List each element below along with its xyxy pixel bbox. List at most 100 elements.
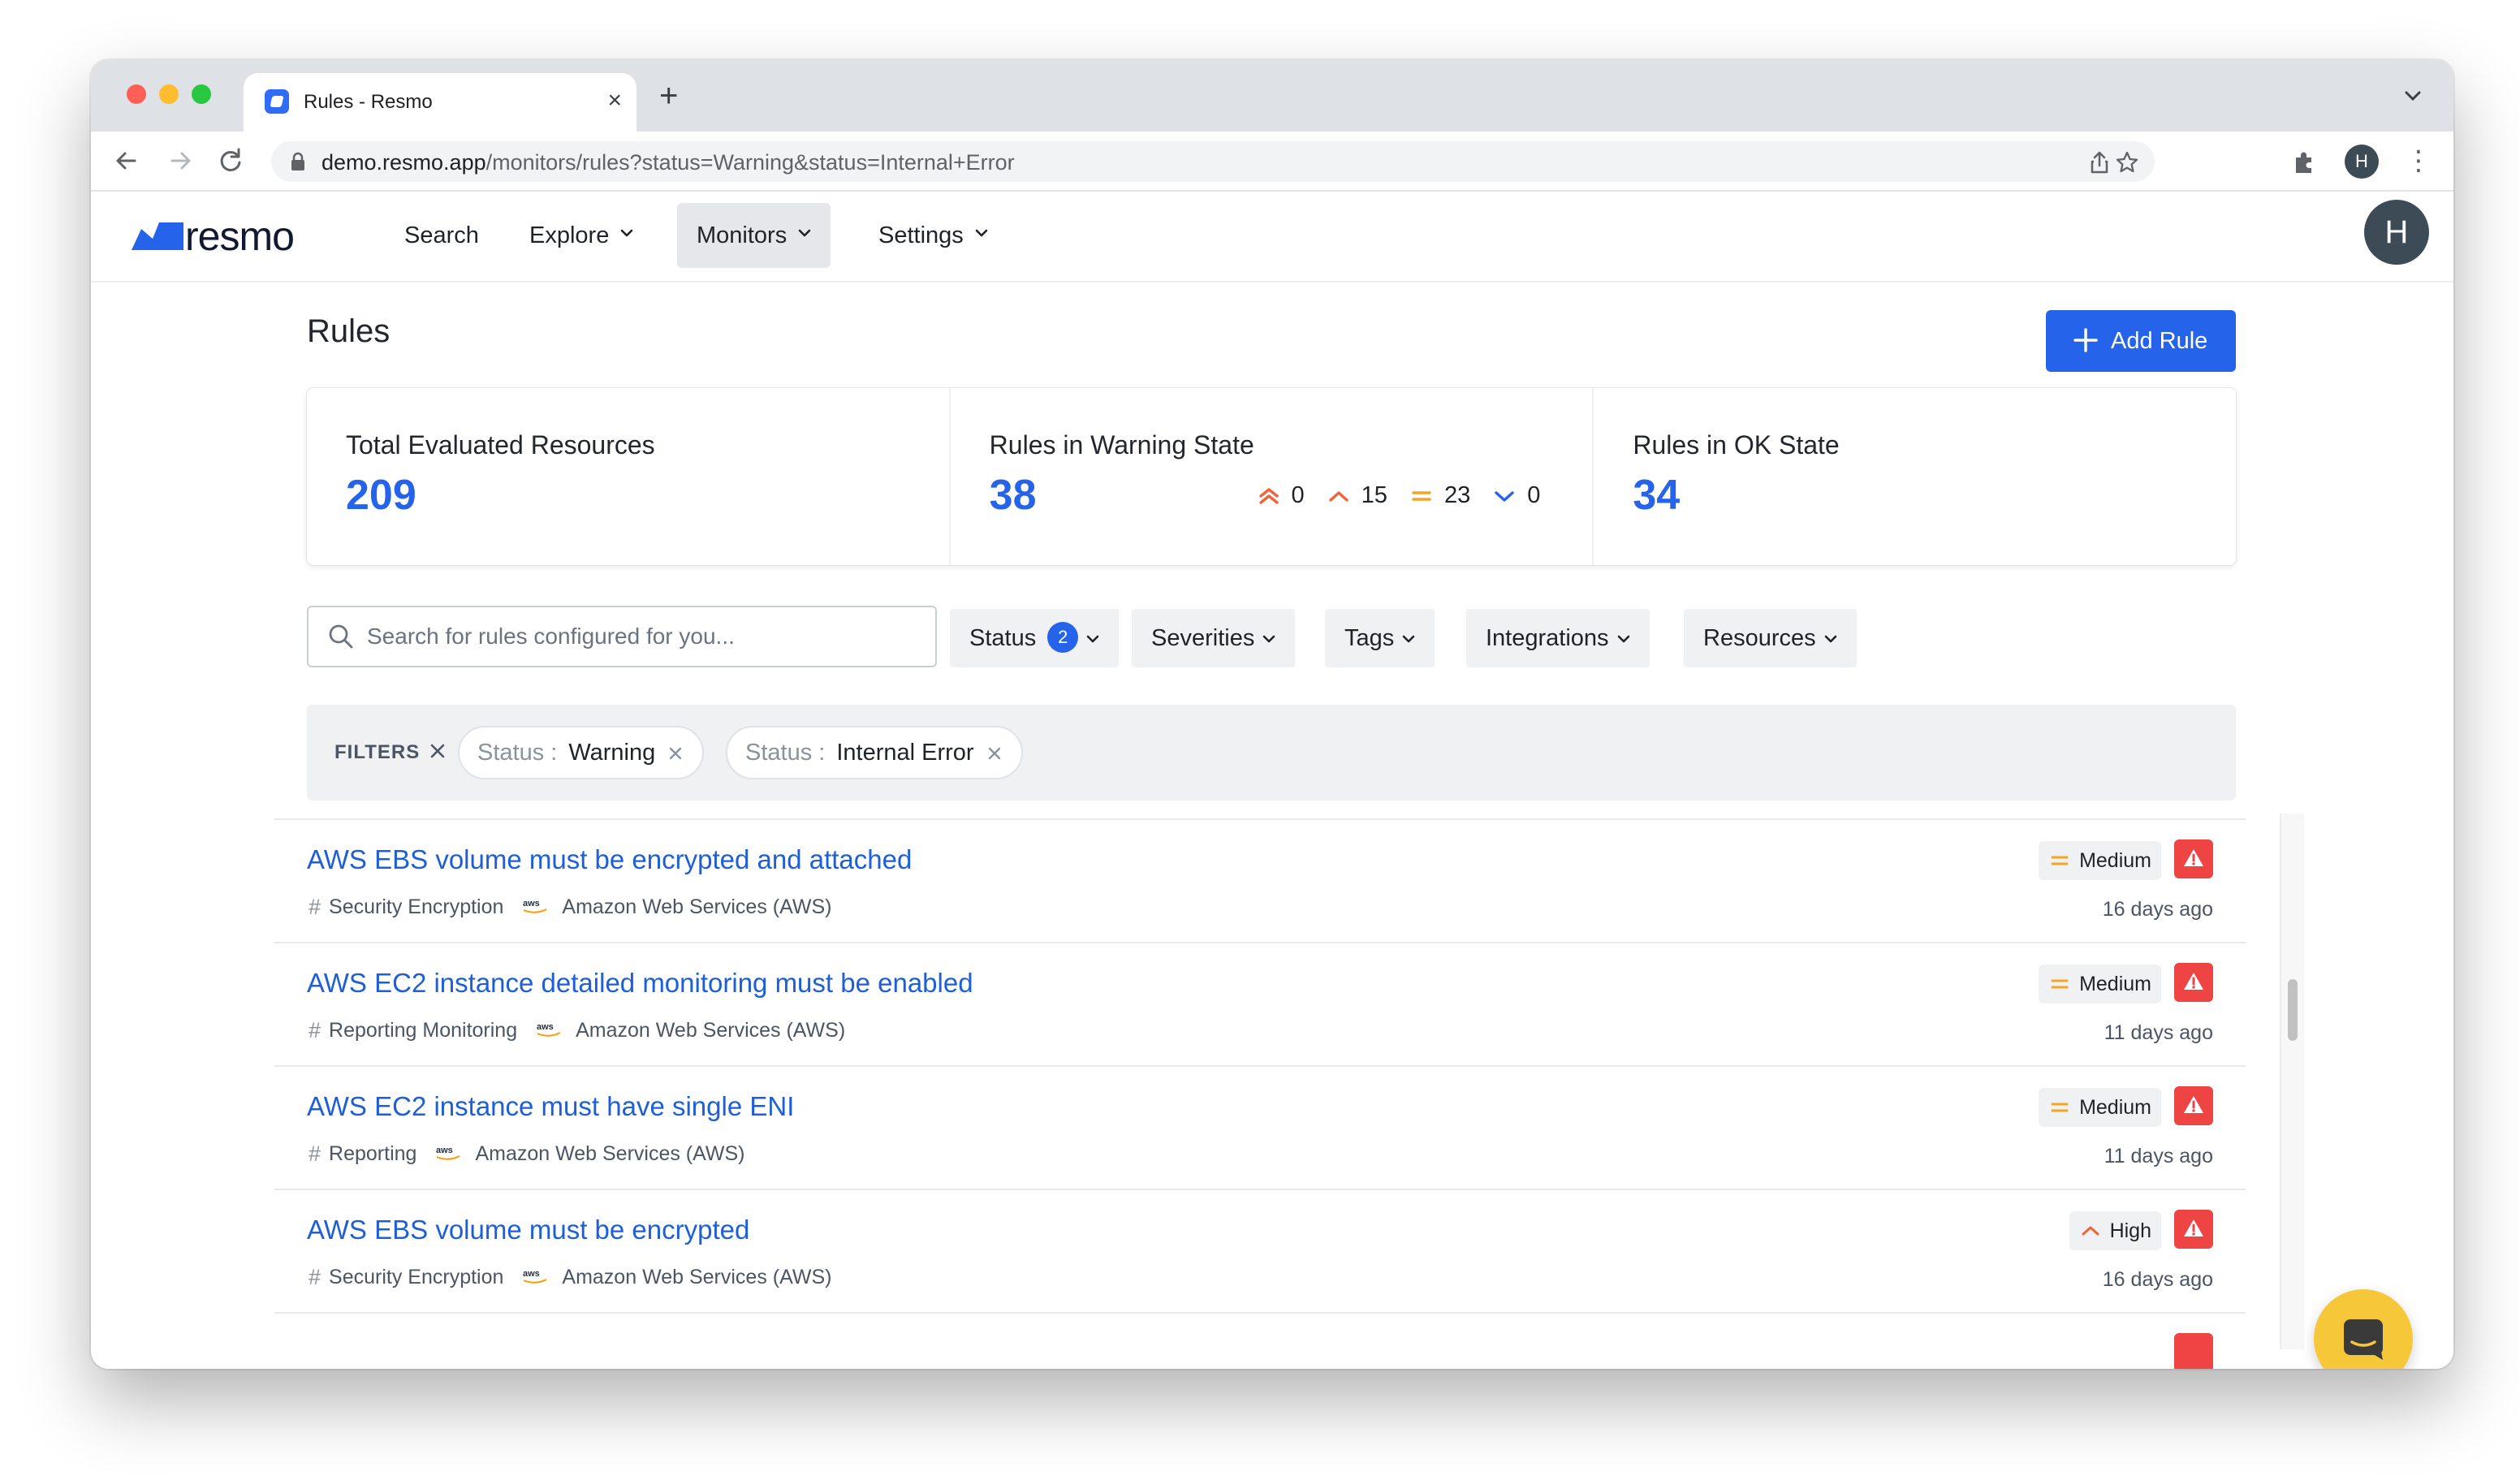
chip-value: Warning — [568, 740, 656, 766]
bookmark-star-icon[interactable] — [2114, 149, 2140, 175]
low-count: 0 — [1527, 482, 1541, 508]
rule-row[interactable]: AWS EC2 instance detailed monitoring mus… — [274, 942, 2246, 1065]
warning-status-badge — [2174, 1333, 2213, 1369]
rules-list-scrollbar[interactable] — [2280, 814, 2304, 1349]
rule-row[interactable]: AWS EBS volume must be encrypted and att… — [274, 818, 2246, 942]
severity-medium-count: 23 — [1409, 482, 1470, 509]
warning-status-badge — [2174, 839, 2213, 878]
nav-settings-label: Settings — [878, 222, 964, 248]
rule-title-link[interactable]: AWS EBS volume must be encrypted — [307, 1215, 749, 1245]
page-title: Rules — [307, 313, 391, 349]
rule-meta: # Security Encryption aws Amazon Web Servic… — [309, 1265, 831, 1290]
nav-monitors[interactable]: Monitors — [677, 203, 831, 268]
tags-filter-button[interactable]: Tags — [1325, 609, 1435, 667]
address-bar[interactable]: demo.resmo.app/monitors/rules?status=War… — [271, 141, 2155, 182]
rule-title-link[interactable]: AWS EC2 instance detailed monitoring mus… — [307, 968, 973, 999]
rule-title-link[interactable]: AWS EBS volume must be encrypted and att… — [307, 844, 912, 875]
new-tab-icon[interactable]: + — [659, 78, 678, 114]
chat-launcher-button[interactable] — [2314, 1289, 2413, 1369]
severities-filter-label: Severities — [1151, 625, 1255, 651]
stat-label: Rules in OK State — [1633, 430, 1840, 460]
resources-filter-button[interactable]: Resources — [1684, 609, 1857, 667]
url-text[interactable]: demo.resmo.app/monitors/rules?status=War… — [321, 150, 1015, 175]
rule-search[interactable] — [307, 606, 937, 667]
medium-severity-icon — [2051, 1103, 2069, 1112]
severity-badge: Medium — [2039, 1088, 2161, 1127]
resmo-favicon-icon — [265, 89, 289, 114]
hashtag-icon: # — [309, 1142, 321, 1166]
logo-text: resmo — [185, 214, 295, 259]
browser-tab[interactable]: Rules - Resmo × — [244, 73, 636, 132]
medium-severity-icon — [1412, 490, 1431, 501]
svg-text:aws: aws — [523, 1269, 540, 1279]
back-arrow-icon[interactable] — [109, 143, 145, 179]
nav-monitors-label: Monitors — [697, 222, 788, 248]
rule-integration: Amazon Web Services (AWS) — [576, 1019, 846, 1042]
share-icon[interactable] — [2086, 149, 2112, 175]
minimize-window-button[interactable] — [159, 84, 179, 104]
chevron-down-icon — [1617, 636, 1629, 643]
chevron-down-icon — [1824, 636, 1836, 643]
nav-explore-label: Explore — [529, 222, 610, 248]
severity-label: High — [2109, 1219, 2151, 1242]
stat-value: 38 — [989, 472, 1037, 519]
integrations-filter-button[interactable]: Integrations — [1466, 609, 1650, 667]
rule-row[interactable]: AWS EBS volume must be encrypted # Securi… — [274, 1189, 2246, 1312]
remove-chip-icon[interactable] — [986, 744, 1003, 762]
aws-logo-icon: aws — [436, 1146, 460, 1160]
nav-search[interactable]: Search — [404, 203, 479, 268]
resmo-logo-mark-icon — [132, 222, 183, 250]
severity-high-count: 15 — [1326, 482, 1387, 509]
user-avatar[interactable]: H — [2364, 200, 2429, 265]
zoom-window-button[interactable] — [192, 84, 211, 104]
extensions-puzzle-icon[interactable] — [2289, 146, 2320, 177]
severity-low-count: 0 — [1491, 482, 1540, 509]
severities-filter-button[interactable]: Severities — [1132, 609, 1296, 667]
rule-title-link[interactable]: AWS EC2 instance must have single ENI — [307, 1091, 794, 1122]
lock-icon[interactable] — [291, 152, 305, 171]
medium-severity-icon — [2051, 856, 2069, 865]
rule-time: 11 days ago — [2104, 1145, 2213, 1167]
chip-key: Status : — [745, 740, 826, 766]
clear-filters-icon[interactable] — [424, 737, 451, 765]
stat-value: 209 — [346, 472, 416, 519]
severity-critical-count: 0 — [1256, 482, 1305, 509]
status-filter-button[interactable]: Status 2 — [950, 609, 1120, 667]
nav-explore[interactable]: Explore — [529, 203, 633, 268]
resmo-logo[interactable]: resmo — [132, 214, 318, 259]
stat-label: Rules in Warning State — [989, 430, 1254, 460]
close-window-button[interactable] — [127, 84, 146, 104]
plus-icon — [2073, 328, 2098, 352]
tags-filter-label: Tags — [1344, 625, 1395, 651]
browser-profile-avatar[interactable]: H — [2345, 145, 2379, 179]
rule-row[interactable] — [274, 1312, 2246, 1369]
rule-time: 11 days ago — [2104, 1021, 2213, 1044]
severity-badge: Medium — [2039, 841, 2161, 880]
stat-label: Total Evaluated Resources — [346, 430, 655, 460]
status-filter-label: Status — [969, 625, 1037, 651]
search-input[interactable] — [367, 617, 919, 656]
browser-toolbar: demo.resmo.app/monitors/rules?status=War… — [91, 132, 2453, 192]
stat-value: 34 — [1633, 472, 1681, 519]
tab-strip: Rules - Resmo × + — [91, 60, 2453, 132]
rule-integration: Amazon Web Services (AWS) — [562, 896, 832, 918]
chevron-down-icon — [1402, 636, 1415, 643]
high-count: 15 — [1361, 482, 1387, 508]
filter-chip-status-warning: Status : Warning — [458, 726, 705, 779]
critical-count: 0 — [1291, 482, 1305, 508]
top-navigation: resmo Search Explore Monitors Settings H — [91, 192, 2453, 283]
tab-close-icon[interactable]: × — [607, 86, 622, 115]
chip-value: Internal Error — [836, 740, 974, 766]
forward-arrow-icon[interactable] — [162, 143, 198, 179]
resources-filter-label: Resources — [1703, 625, 1816, 651]
rule-integration: Amazon Web Services (AWS) — [562, 1266, 832, 1288]
rule-tags: Security Encryption — [329, 1266, 504, 1288]
add-rule-button[interactable]: Add Rule — [2046, 310, 2236, 372]
nav-settings[interactable]: Settings — [878, 203, 988, 268]
remove-chip-icon[interactable] — [667, 744, 684, 762]
rule-row[interactable]: AWS EC2 instance must have single ENI # R… — [274, 1065, 2246, 1189]
reload-icon[interactable] — [213, 143, 248, 179]
scrollbar-thumb[interactable] — [2288, 979, 2298, 1041]
tab-search-chevron-icon[interactable] — [2397, 80, 2429, 112]
browser-menu-icon[interactable]: ⋮ — [2405, 145, 2432, 177]
